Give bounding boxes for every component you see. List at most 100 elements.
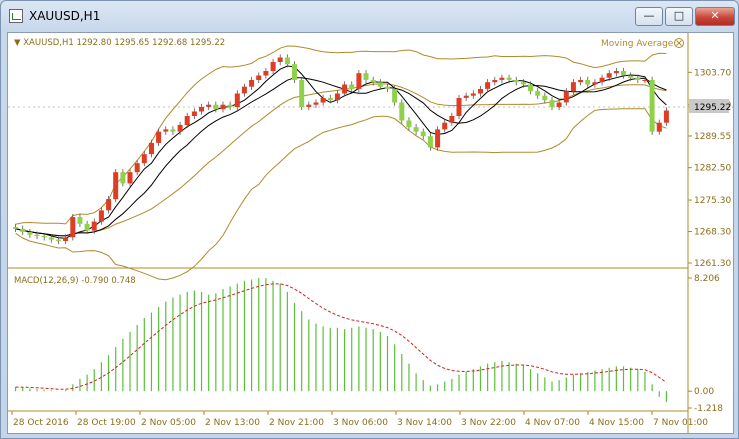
candle-body (241, 86, 247, 94)
macd-label: MACD(12,26,9) -0.790 0.748 (14, 276, 136, 286)
minimize-button[interactable]: — (635, 7, 663, 26)
candle-body (84, 223, 90, 231)
time-tick-label: 3 Nov 06:00 (333, 418, 388, 428)
candle-body (320, 98, 326, 103)
maximize-icon: □ (673, 9, 685, 22)
candle-body (621, 71, 626, 76)
candle-body (220, 104, 226, 110)
candle-body (199, 107, 204, 112)
candle-body (578, 80, 584, 83)
price-chart-svg[interactable]: 1303.701296.501289.551282.501275.301268.… (8, 33, 733, 433)
candle-body (542, 95, 548, 101)
candle-body (385, 86, 390, 89)
macd-series (14, 278, 668, 403)
candle-body (535, 91, 541, 96)
candle-body (420, 131, 426, 137)
candle-body (227, 104, 233, 107)
macd-axis-ticks: 8.206 0.00 -1.218 (688, 274, 723, 414)
candle-body (292, 64, 297, 80)
candle-body (299, 80, 305, 107)
time-tick-label: 4 Nov 07:00 (525, 418, 580, 428)
candle-body (478, 89, 483, 94)
macd-signal-line (15, 283, 667, 390)
candle-body (313, 102, 319, 105)
candle-body (106, 199, 112, 211)
candle-body (249, 80, 255, 87)
candle-body (442, 122, 448, 130)
time-tick-label: 2 Nov 13:00 (205, 418, 260, 428)
candle-body (485, 82, 491, 89)
candle-body (499, 77, 505, 80)
candle-body (556, 102, 562, 107)
time-tick-label: 28 Oct 2016 (13, 418, 69, 428)
candle-body (77, 217, 83, 224)
candle-body (349, 84, 355, 89)
candle-body (449, 116, 455, 123)
candle-body (256, 75, 262, 80)
candle-body (191, 111, 197, 116)
time-tick-label: 2 Nov 21:00 (269, 418, 324, 428)
candle-body (463, 95, 469, 98)
price-axis-ticks: 1303.701296.501289.551282.501275.301268.… (688, 68, 731, 269)
candle-body (127, 172, 133, 184)
candle-body (263, 71, 269, 76)
candle-body (306, 104, 312, 107)
candle-body (356, 73, 362, 89)
candle-body (377, 82, 383, 87)
candle-body (134, 163, 140, 173)
candle-body (435, 129, 441, 148)
candle-body (177, 124, 183, 132)
candle-body (528, 84, 533, 92)
candle-body (606, 73, 612, 78)
candle-body (20, 228, 26, 232)
candle-body (599, 77, 605, 83)
candle-body (91, 221, 97, 231)
macd-tick-label: 0.00 (694, 387, 714, 397)
chart-window-icon (9, 9, 23, 23)
candle-body (41, 236, 47, 238)
candle-body (399, 102, 405, 121)
candle-body (34, 234, 40, 236)
candle-body (277, 57, 283, 62)
candle-body (656, 122, 662, 132)
candle-body (406, 120, 412, 128)
candle-body (234, 93, 240, 107)
candle-body (413, 127, 419, 132)
close-icon: ✕ (710, 9, 720, 22)
candle-body (284, 57, 290, 65)
candle-body (342, 84, 348, 94)
candle-body (48, 237, 54, 240)
candle-body (270, 62, 276, 71)
time-tick-label: 2 Nov 05:00 (141, 418, 196, 428)
time-tick-label: 28 Oct 19:00 (77, 418, 136, 428)
candle-body (120, 172, 126, 184)
chart-area[interactable]: 1303.701296.501289.551282.501275.301268.… (7, 32, 734, 434)
candle-body (635, 77, 641, 80)
price-tick-label: 1275.30 (694, 196, 731, 206)
candle-body (149, 142, 154, 155)
window-title: XAUUSD,H1 (29, 9, 101, 23)
candle-body (492, 80, 498, 83)
maximize-button[interactable]: □ (665, 7, 693, 26)
macd-tick-label: 8.206 (694, 274, 720, 284)
candle-body (549, 100, 555, 107)
candle-body (363, 73, 369, 80)
minimize-icon: — (643, 9, 655, 22)
candle-body (334, 93, 340, 101)
candle-body (56, 239, 61, 241)
candle-body (98, 210, 104, 222)
price-tick-label: 1268.30 (694, 228, 731, 238)
candle-body (563, 91, 569, 103)
title-bar[interactable]: XAUUSD,H1 — □ ✕ (1, 1, 738, 31)
candle-body (370, 80, 376, 83)
symbol-info-label: ▼ XAUUSD,H1 1292.80 1295.65 1292.68 1295… (14, 38, 225, 48)
time-tick-label: 7 Nov 01:00 (653, 418, 708, 428)
candlestick-series (13, 54, 669, 245)
time-tick-label: 3 Nov 14:00 (397, 418, 452, 428)
time-tick-label: 4 Nov 15:00 (589, 418, 644, 428)
candle-body (513, 80, 519, 83)
close-button[interactable]: ✕ (695, 7, 735, 26)
price-tick-label: 1303.70 (694, 68, 731, 78)
candle-body (170, 129, 176, 132)
candle-body (156, 131, 162, 143)
